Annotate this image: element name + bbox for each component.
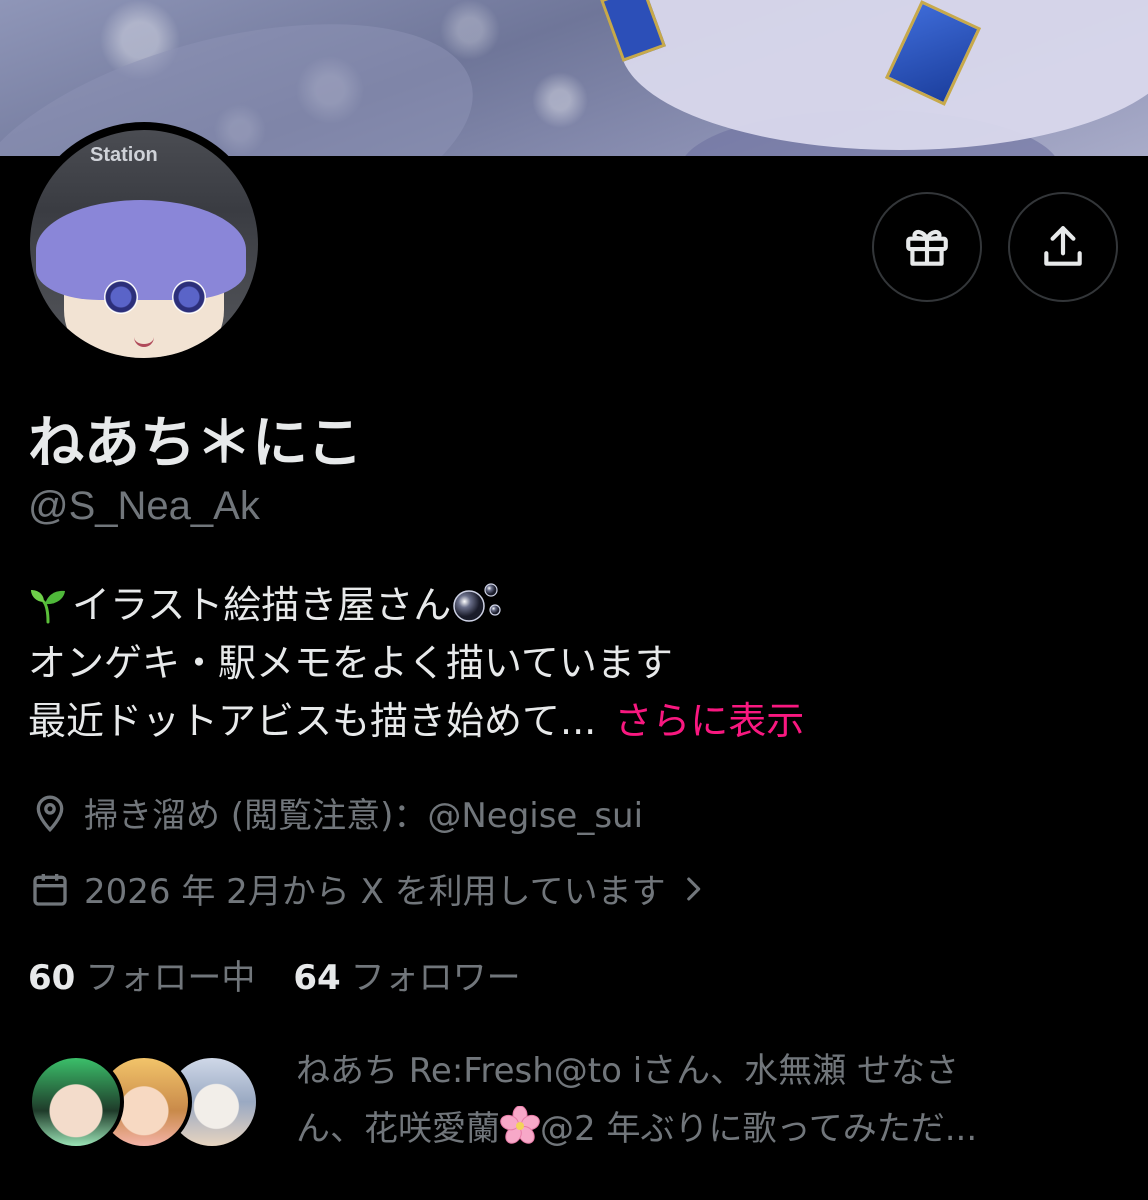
followed-by-line-1: ねあち Re:Fresh@to iさん、水無瀬 せなさ (296, 1051, 959, 1091)
bio-text-1: イラスト絵描き屋さん (72, 583, 452, 627)
display-name: ねあち＊にこ (28, 411, 363, 476)
followers-label: フォロワー (350, 958, 521, 998)
followers-count: 64 (293, 958, 341, 998)
show-more-link[interactable]: さらに表示 (614, 699, 804, 743)
following-link[interactable]: 60 フォロー中 (28, 950, 255, 999)
profile-joined-date[interactable]: 2026 年 2月から X を利用しています (30, 864, 710, 913)
profile-avatar[interactable]: Station (22, 122, 266, 366)
profile-location: 掃き溜め (閲覧注意)：@Negise_sui (30, 788, 643, 837)
location-pin-icon (36, 795, 64, 832)
seedling-icon (31, 590, 65, 624)
bio-text-3: 最近ドットアビスも描き始めて... (28, 699, 597, 743)
follower-avatar[interactable] (28, 1054, 124, 1150)
avatar-sign-text: Station (90, 144, 158, 166)
profile-bio: イラスト絵描き屋さん オンゲキ・駅メモをよく描いています 最近ドットアビスも描き… (28, 576, 1118, 750)
bubbles-icon (453, 583, 501, 622)
share-button[interactable] (1008, 192, 1118, 302)
calendar-icon (33, 873, 67, 906)
location-text[interactable]: 掃き溜め (閲覧注意)：@Negise_sui (84, 788, 643, 837)
followers-link[interactable]: 64 フォロワー (293, 950, 520, 999)
followed-by-text[interactable]: ねあち Re:Fresh@to iさん、水無瀬 せなさ ん、花咲愛蘭 @2 年ぶ… (296, 1042, 1116, 1158)
bio-line-2: オンゲキ・駅メモをよく描いています (28, 641, 673, 685)
bio-line-1: イラスト絵描き屋さん (28, 576, 1118, 634)
chevron-right-icon (686, 877, 700, 900)
user-handle: @S_Nea_Ak (28, 484, 260, 528)
share-icon (1044, 226, 1082, 266)
joined-text: 2026 年 2月から X を利用しています (84, 872, 666, 912)
gift-button[interactable] (872, 192, 982, 302)
following-count: 60 (28, 958, 76, 998)
bio-line-3: 最近ドットアビスも描き始めて... さらに表示 (28, 692, 1118, 750)
follow-stats: 60 フォロー中 64 フォロワー (28, 950, 521, 999)
cherry-blossom-icon (500, 1106, 540, 1144)
avatar-image: Station (30, 130, 258, 358)
gift-icon (906, 229, 948, 266)
following-label: フォロー中 (85, 958, 256, 998)
followed-by-text-2a: ん、花咲愛蘭 (296, 1109, 500, 1149)
followed-by-text-2b: @2 年ぶりに歌ってみただ... (540, 1109, 978, 1149)
followed-by-line-2: ん、花咲愛蘭 @2 年ぶりに歌ってみただ... (296, 1100, 1116, 1158)
